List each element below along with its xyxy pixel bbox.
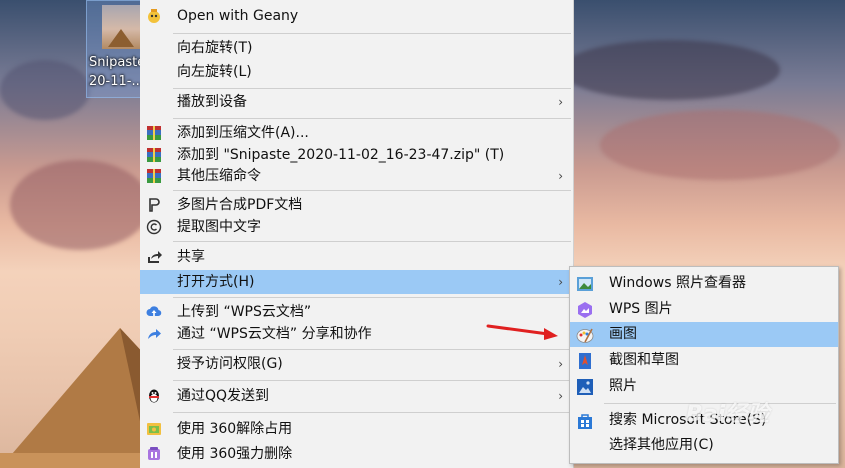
menu-item-label: 向右旋转(T) — [177, 40, 253, 56]
menu-item-cast-to-device[interactable]: 播放到设备 › — [140, 90, 573, 114]
separator — [173, 88, 571, 89]
menu-item-label: 共享 — [177, 249, 205, 265]
wps-share-icon — [148, 329, 161, 339]
separator — [173, 380, 571, 381]
image-thumbnail — [102, 5, 140, 49]
submenu-item-wps-picture[interactable]: WPS 图片 — [570, 297, 838, 322]
archive-icon — [147, 169, 161, 183]
menu-item-label: 使用 360强力删除 — [177, 446, 293, 462]
menu-item-merge-pdf[interactable]: 多图片合成PDF文档 — [140, 193, 573, 217]
open-with-submenu: Windows 照片查看器 WPS 图片 画图 截图和草图 照片 搜索 Micr… — [569, 266, 839, 464]
submenu-item-label: Windows 照片查看器 — [609, 275, 746, 291]
menu-item-label: 播放到设备 — [177, 94, 247, 110]
cloud-upload-icon — [146, 306, 162, 317]
menu-item-send-via-qq[interactable]: 通过QQ发送到 › — [140, 384, 573, 408]
chevron-right-icon: › — [558, 275, 563, 289]
menu-item-rotate-right[interactable]: 向右旋转(T) — [140, 36, 573, 60]
submenu-item-choose-other-app[interactable]: 选择其他应用(C) — [570, 433, 838, 458]
menu-item-360-delete[interactable]: 使用 360强力删除 — [140, 442, 573, 466]
cloud — [560, 40, 780, 100]
share-icon — [148, 251, 162, 263]
menu-item-grant-access[interactable]: 授予访问权限(G) › — [140, 352, 573, 376]
chevron-right-icon: › — [558, 95, 563, 109]
menu-item-share[interactable]: 共享 — [140, 245, 573, 269]
menu-item-label: 添加到压缩文件(A)... — [177, 125, 309, 141]
chevron-right-icon: › — [558, 389, 563, 403]
menu-item-label: 多图片合成PDF文档 — [177, 197, 303, 213]
archive-icon — [147, 148, 161, 162]
separator — [173, 241, 571, 242]
geany-icon — [148, 9, 160, 23]
context-menu: Open with Geany 向右旋转(T) 向左旋转(L) 播放到设备 › … — [140, 0, 574, 468]
paint-icon — [576, 328, 594, 343]
pdf-merge-icon — [149, 198, 160, 212]
submenu-item-label: WPS 图片 — [609, 301, 673, 317]
archive-icon — [147, 126, 161, 140]
ocr-icon — [146, 219, 162, 235]
qq-icon — [149, 389, 159, 403]
cloud — [10, 160, 150, 250]
desktop-icon-label: Snipaste — [89, 55, 146, 70]
menu-item-label: Open with Geany — [177, 8, 299, 24]
store-icon — [578, 414, 592, 429]
photo-viewer-icon — [577, 277, 593, 291]
menu-item-label: 其他压缩命令 — [177, 168, 261, 184]
360-delete-icon — [148, 447, 160, 460]
submenu-item-windows-photo-viewer[interactable]: Windows 照片查看器 — [570, 271, 838, 296]
wps-picture-icon — [578, 302, 592, 318]
watermark: Bai经验 — [686, 402, 770, 427]
menu-item-add-to-archive[interactable]: 添加到压缩文件(A)... — [140, 121, 573, 145]
menu-item-label: 打开方式(H) — [177, 274, 255, 290]
separator — [173, 190, 571, 191]
submenu-item-label: 截图和草图 — [609, 352, 679, 368]
menu-item-open-with-geany[interactable]: Open with Geany — [140, 4, 573, 28]
photos-icon — [577, 379, 593, 395]
menu-item-extract-text[interactable]: 提取图中文字 — [140, 215, 573, 239]
menu-item-other-compress[interactable]: 其他压缩命令 › — [140, 164, 573, 188]
menu-item-360-unlock[interactable]: 使用 360解除占用 — [140, 417, 573, 441]
menu-item-label: 授予访问权限(G) — [177, 356, 283, 372]
chevron-right-icon: › — [558, 357, 563, 371]
menu-item-label: 通过 “WPS云文档” 分享和协作 — [177, 326, 372, 342]
cloud — [600, 110, 840, 180]
snip-sketch-icon — [579, 353, 591, 369]
menu-item-label: 通过QQ发送到 — [177, 388, 270, 404]
separator — [173, 349, 571, 350]
separator — [173, 118, 571, 119]
submenu-item-label: 照片 — [609, 378, 637, 394]
separator — [173, 33, 571, 34]
menu-item-label: 向左旋转(L) — [177, 64, 252, 80]
submenu-item-label: 画图 — [609, 326, 637, 342]
desktop-file-icon[interactable]: Snipaste 20-11-... — [86, 0, 146, 98]
menu-item-label: 使用 360解除占用 — [177, 421, 293, 437]
submenu-item-snip-sketch[interactable]: 截图和草图 — [570, 348, 838, 373]
submenu-item-paint[interactable]: 画图 — [570, 322, 838, 347]
menu-item-open-with[interactable]: 打开方式(H) › — [140, 270, 573, 294]
360-unlock-icon — [147, 423, 161, 435]
separator — [173, 297, 571, 298]
desktop-icon-label: 20-11-... — [89, 74, 144, 89]
separator — [173, 412, 571, 413]
chevron-right-icon: › — [558, 169, 563, 183]
menu-item-label: 提取图中文字 — [177, 219, 261, 235]
submenu-item-label: 选择其他应用(C) — [609, 437, 714, 453]
menu-item-label: 上传到 “WPS云文档” — [177, 304, 312, 320]
cloud — [0, 60, 90, 120]
menu-item-rotate-left[interactable]: 向左旋转(L) — [140, 60, 573, 84]
annotation-arrow-icon — [486, 324, 558, 340]
